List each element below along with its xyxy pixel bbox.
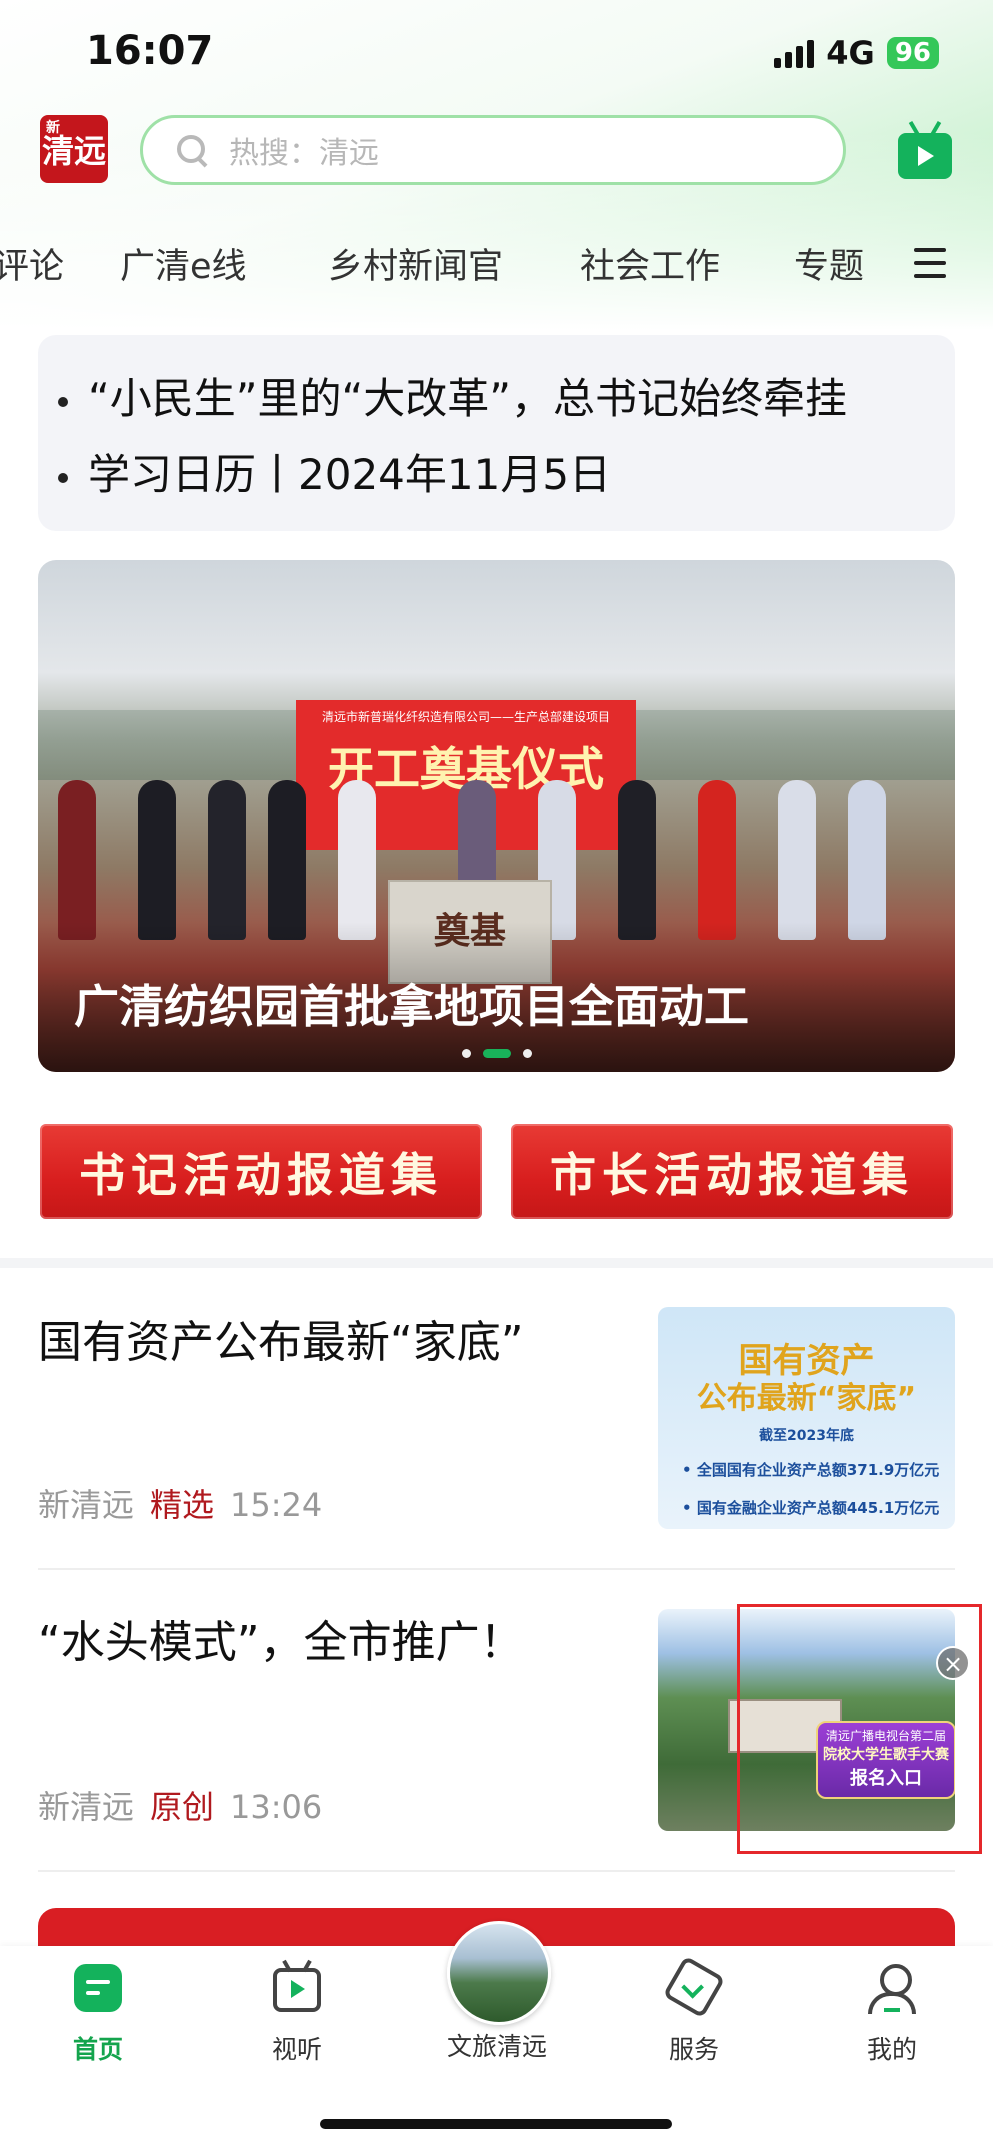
search-placeholder: 热搜：清远 [229, 136, 379, 171]
banner-caption: 广清纺织园首批拿地项目全面动工 [74, 980, 750, 1033]
thumb-bullet-text: 全国国有企业资产总额371.9万亿元 [696, 1461, 940, 1479]
menu-icon[interactable] [914, 248, 946, 287]
nav-label: 首页 [72, 2035, 123, 2064]
search-icon [177, 135, 208, 168]
home-icon [74, 1964, 122, 2012]
carousel-dot[interactable] [461, 1049, 471, 1058]
tab-comment[interactable]: 评论 [0, 238, 64, 289]
tab-guangqing-eline[interactable]: 广清e线 [120, 238, 247, 289]
search-bar[interactable]: 热搜：清远 [140, 115, 846, 185]
news-time: 15:24 [230, 1486, 323, 1524]
nav-label-culture-tourism[interactable]: 文旅清远 [417, 2027, 577, 2063]
ticker-item[interactable]: “小民生”里的“大改革”，总书记始终牵挂 [58, 365, 938, 426]
signal-icon [774, 38, 815, 68]
battery-icon: 96 [886, 37, 939, 69]
highlight-box [737, 1604, 982, 1854]
list-separator [38, 1870, 955, 1872]
bullet-icon [58, 396, 68, 407]
culture-tourism-icon[interactable] [447, 1921, 551, 2025]
news-time: 13:06 [230, 1788, 323, 1826]
tv-play-icon[interactable] [898, 133, 952, 179]
news-source: 新清远 [38, 1788, 135, 1826]
headline-ticker: “小民生”里的“大改革”，总书记始终牵挂 学习日历丨2024年11月5日 [38, 335, 955, 531]
nav-label: 服务 [668, 2035, 719, 2064]
service-icon [662, 1955, 726, 2019]
carousel-dot[interactable] [522, 1049, 532, 1058]
list-separator [38, 1568, 955, 1570]
status-time: 16:07 [86, 28, 214, 74]
news-source: 新清远 [38, 1486, 135, 1524]
network-label: 4G [826, 34, 875, 72]
secretary-report-button[interactable]: 书记活动报道集 [40, 1124, 482, 1219]
status-indicators: 4G 96 [774, 34, 939, 72]
user-icon [868, 1964, 916, 2014]
featured-banner[interactable]: 清远市新普瑞化纤织造有限公司——生产总部建设项目 开工奠基仪式 奠基 广清纺织园… [38, 560, 955, 1072]
ticker-item-text: “小民生”里的“大改革”，总书记始终牵挂 [88, 374, 848, 423]
carousel-indicator [38, 1043, 955, 1062]
thumb-bullet: • 国有金融企业资产总额445.1万亿元 [682, 1499, 940, 1517]
news-meta: 新清远 原创 13:06 [38, 1782, 322, 1828]
news-tag: 精选 [150, 1486, 215, 1524]
news-tag: 原创 [150, 1788, 215, 1826]
nav-label: 视听 [271, 2035, 322, 2064]
tab-social-work[interactable]: 社会工作 [580, 238, 720, 289]
thumb-date-note: 截至2023年底 [759, 1428, 854, 1444]
home-indicator[interactable] [320, 2119, 672, 2129]
tab-special[interactable]: 专题 [794, 238, 864, 289]
board-subtitle: 清远市新普瑞化纤织造有限公司——生产总部建设项目 [321, 710, 610, 724]
channel-tabs: 评论 广清e线 乡村新闻官 社会工作 专题 [0, 238, 993, 288]
news-meta: 新清远 精选 15:24 [38, 1480, 322, 1526]
ticker-item-text: 学习日历丨2024年11月5日 [88, 450, 612, 499]
app-logo[interactable]: 新 清远 [40, 115, 108, 183]
thumb-subheading: 公布最新“家底” [696, 1381, 917, 1416]
nav-label: 我的 [866, 2035, 917, 2064]
thumb-bullet: • 全国国有企业资产总额371.9万亿元 [682, 1461, 940, 1479]
news-thumbnail[interactable]: 国有资产 公布最新“家底” 截至2023年底 • 全国国有企业资产总额371.9… [658, 1307, 955, 1529]
news-title: 国有资产公布最新“家底” [38, 1317, 524, 1368]
mayor-report-button[interactable]: 市长活动报道集 [511, 1124, 953, 1219]
logo-prefix: 新 [46, 120, 60, 136]
carousel-dot-active[interactable] [482, 1049, 511, 1058]
section-divider [0, 1258, 993, 1268]
video-icon [273, 1968, 321, 2012]
thumb-bullet-text: 国有金融企业资产总额445.1万亿元 [696, 1499, 940, 1517]
bullet-icon [58, 472, 68, 483]
news-title: “水头模式”，全市推广！ [38, 1617, 524, 1668]
tab-village-news[interactable]: 乡村新闻官 [328, 238, 503, 289]
ticker-item[interactable]: 学习日历丨2024年11月5日 [58, 441, 938, 502]
